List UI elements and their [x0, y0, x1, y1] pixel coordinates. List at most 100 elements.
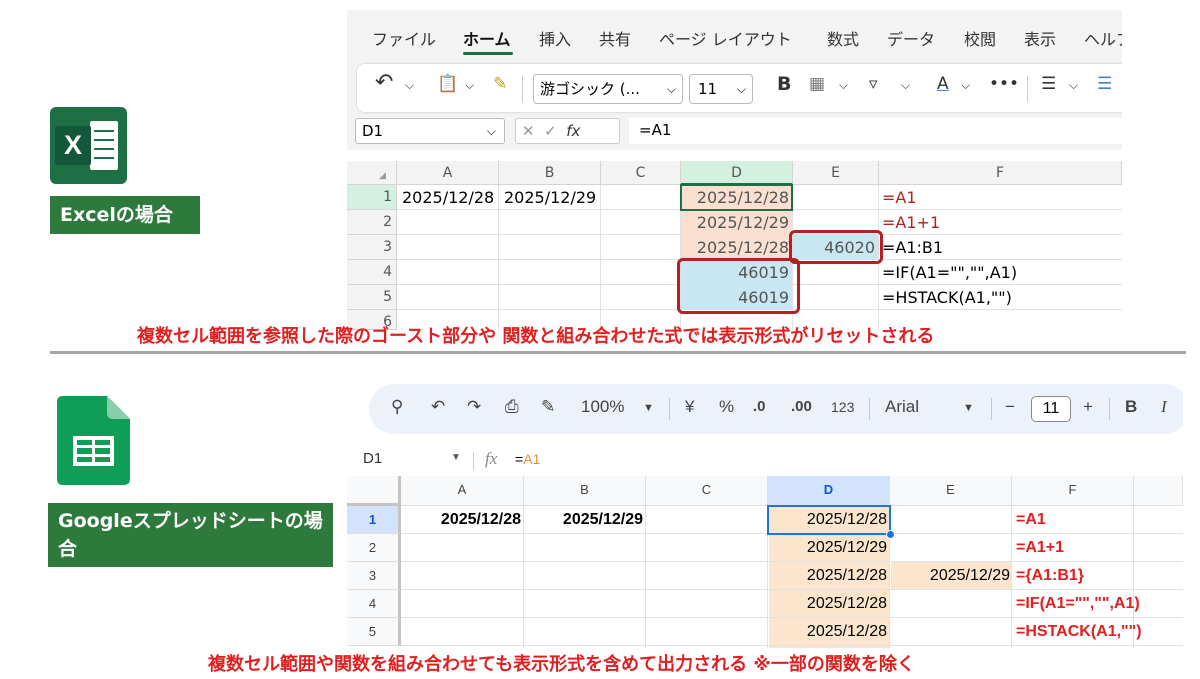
font-name-select[interactable]: 游ゴシック (... ⌵ — [533, 74, 683, 104]
cell-f3[interactable]: =A1:B1 — [882, 235, 943, 260]
cell-d2[interactable]: 2025/12/29 — [681, 210, 789, 235]
name-box-dropdown-icon[interactable]: ▼ — [451, 452, 461, 463]
gs-col-header-b[interactable]: B — [524, 476, 646, 506]
gs-col-header-a[interactable]: A — [401, 476, 524, 506]
menu-formulas[interactable]: 数式 — [827, 26, 859, 50]
cell-b1[interactable]: 2025/12/29 — [504, 185, 596, 210]
decrease-decimal-button[interactable]: .0 — [753, 398, 766, 415]
border-icon[interactable]: ▦ — [809, 74, 825, 94]
row-header-3[interactable]: 3 — [347, 235, 397, 260]
gs-row-header-3[interactable]: 3 — [347, 562, 401, 590]
currency-button[interactable]: ¥ — [685, 397, 694, 417]
name-box[interactable]: D1 ⌵ — [355, 118, 505, 144]
print-icon[interactable]: ⎙ — [505, 397, 519, 417]
fx-icon[interactable]: fx — [566, 122, 580, 140]
search-icon[interactable]: ⚲ — [391, 397, 403, 417]
gs-row-header-1[interactable]: 1 — [347, 506, 401, 534]
increase-font-size-button[interactable]: + — [1083, 397, 1093, 417]
menu-file[interactable]: ファイル — [372, 26, 436, 50]
redo-icon[interactable]: ↷ — [467, 397, 481, 417]
paste-dropdown-icon[interactable]: ⌵ — [465, 78, 474, 93]
undo-icon[interactable]: ↶ — [431, 397, 445, 417]
cell-f5[interactable]: =HSTACK(A1,"") — [882, 285, 1012, 310]
align-dropdown-icon[interactable]: ⌵ — [1069, 78, 1078, 93]
gs-cell-f5[interactable]: =HSTACK(A1,"") — [1016, 618, 1142, 645]
gs-col-header-f[interactable]: F — [1012, 476, 1134, 506]
cell-d3[interactable]: 2025/12/28 — [681, 235, 789, 260]
increase-decimal-button[interactable]: .00 — [791, 398, 812, 415]
col-header-f[interactable]: F — [879, 161, 1122, 185]
menu-data[interactable]: データ — [887, 26, 935, 50]
gs-cell-f3[interactable]: ={A1:B1} — [1016, 562, 1084, 589]
bold-button[interactable]: B — [1125, 397, 1137, 417]
gs-row-header-5[interactable]: 5 — [347, 618, 401, 646]
menu-review[interactable]: 校閲 — [964, 26, 996, 50]
font-size-select[interactable]: 11 ⌵ — [689, 74, 753, 104]
gs-col-header-e[interactable]: E — [890, 476, 1012, 506]
gs-col-header-c[interactable]: C — [646, 476, 768, 506]
menu-home[interactable]: ホーム — [463, 26, 511, 50]
font-color-icon[interactable]: A — [937, 74, 949, 94]
fill-color-icon[interactable]: ▿ — [869, 74, 878, 94]
more-options-icon[interactable]: ••• — [989, 74, 1019, 94]
gs-col-header-d[interactable]: D — [768, 476, 890, 506]
gs-cell-e3[interactable]: 2025/12/29 — [891, 562, 1010, 589]
row-header-2[interactable]: 2 — [347, 210, 397, 235]
menu-view[interactable]: 表示 — [1024, 26, 1056, 50]
wrap-text-icon[interactable]: ☰ — [1097, 74, 1112, 94]
row-header-1[interactable]: 1 — [347, 185, 397, 210]
fill-handle[interactable] — [886, 530, 895, 539]
gs-col-header-g[interactable] — [1134, 476, 1183, 506]
col-header-c[interactable]: C — [601, 161, 681, 185]
col-header-e[interactable]: E — [793, 161, 879, 185]
cell-f1[interactable]: =A1 — [882, 185, 917, 210]
font-select[interactable]: Arial — [885, 397, 919, 417]
formula-bar-input[interactable]: =A1 — [629, 118, 1122, 144]
gs-row-header-4[interactable]: 4 — [347, 590, 401, 618]
col-header-d[interactable]: D — [681, 161, 793, 185]
paint-format-icon[interactable]: ✎ — [541, 397, 555, 417]
gs-corner[interactable] — [347, 476, 401, 506]
gs-formula-input[interactable]: =A1 — [515, 451, 540, 467]
gs-cell-f2[interactable]: =A1+1 — [1016, 534, 1064, 561]
clipboard-icon[interactable]: 📋 — [437, 74, 458, 94]
gs-cell-b1[interactable]: 2025/12/29 — [524, 506, 643, 533]
gs-cell-f4[interactable]: =IF(A1="","",A1) — [1016, 590, 1140, 617]
zoom-select[interactable]: 100% — [581, 397, 624, 417]
zoom-dropdown-icon[interactable]: ▼ — [643, 402, 654, 414]
percent-button[interactable]: % — [719, 397, 734, 417]
more-formats-button[interactable]: 123 — [831, 399, 854, 415]
gs-name-box[interactable]: D1 — [363, 450, 382, 467]
font-color-dropdown-icon[interactable]: ⌵ — [961, 78, 970, 93]
bold-button[interactable]: B — [777, 73, 791, 95]
gs-cell-a1[interactable]: 2025/12/28 — [401, 506, 521, 533]
row-header-4[interactable]: 4 — [347, 260, 397, 285]
gs-cell-d3[interactable]: 2025/12/28 — [769, 562, 887, 589]
font-dropdown-icon[interactable]: ▼ — [963, 402, 974, 414]
format-painter-icon[interactable]: ✎ — [493, 74, 507, 94]
menu-share[interactable]: 共有 — [599, 26, 631, 50]
col-header-a[interactable]: A — [397, 161, 499, 185]
fill-dropdown-icon[interactable]: ⌵ — [901, 78, 910, 93]
font-size-input[interactable]: 11 — [1031, 396, 1071, 422]
decrease-font-size-button[interactable]: − — [1005, 397, 1015, 417]
select-all-corner[interactable]: ◢ — [347, 161, 397, 185]
menu-help[interactable]: ヘルプ — [1084, 26, 1122, 50]
gs-cell-d5[interactable]: 2025/12/28 — [769, 618, 887, 645]
gs-cell-f1[interactable]: =A1 — [1016, 506, 1046, 533]
cell-a1[interactable]: 2025/12/28 — [402, 185, 494, 210]
gs-row-header-2[interactable]: 2 — [347, 534, 401, 562]
undo-dropdown-icon[interactable]: ⌵ — [405, 78, 414, 93]
cell-f2[interactable]: =A1+1 — [882, 210, 940, 235]
gs-cell-d4[interactable]: 2025/12/28 — [769, 590, 887, 617]
menu-insert[interactable]: 挿入 — [539, 26, 571, 50]
italic-button[interactable]: I — [1161, 397, 1167, 417]
gs-cell-d2[interactable]: 2025/12/29 — [769, 534, 887, 561]
undo-icon[interactable]: ↶ — [375, 70, 393, 95]
confirm-icon[interactable]: ✓ — [544, 122, 557, 140]
col-header-b[interactable]: B — [499, 161, 601, 185]
cancel-icon[interactable]: ✕ — [522, 122, 535, 140]
border-dropdown-icon[interactable]: ⌵ — [839, 78, 848, 93]
align-icon[interactable]: ☰ — [1041, 74, 1056, 94]
cell-f4[interactable]: =IF(A1="","",A1) — [882, 260, 1017, 285]
